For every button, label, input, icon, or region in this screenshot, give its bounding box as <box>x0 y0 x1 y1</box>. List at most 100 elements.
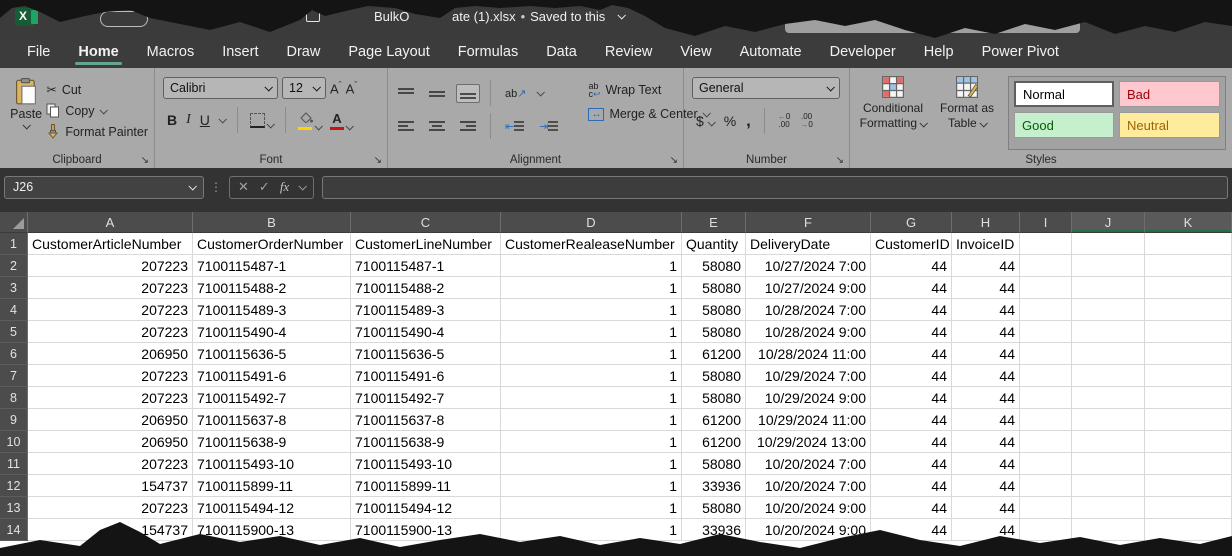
format-as-table-button[interactable]: Format as Table <box>930 76 1004 150</box>
row-header-6[interactable]: 6 <box>0 343 28 365</box>
column-header-g[interactable]: G <box>871 212 952 233</box>
cell-e2[interactable]: 58080 <box>682 255 746 277</box>
cell-b3[interactable]: 7100115488-2 <box>193 277 351 299</box>
cell-h5[interactable]: 44 <box>952 321 1020 343</box>
cell-a2[interactable]: 207223 <box>28 255 193 277</box>
cell-h14[interactable]: 44 <box>952 519 1020 541</box>
row-header-2[interactable]: 2 <box>0 255 28 277</box>
tab-page-layout[interactable]: Page Layout <box>335 39 442 67</box>
cell-f14[interactable]: 10/20/2024 9:00 <box>746 519 871 541</box>
cell-k10[interactable] <box>1145 431 1232 453</box>
cell-d8[interactable]: 1 <box>501 387 682 409</box>
cell-b14[interactable]: 7100115900-13 <box>193 519 351 541</box>
cell-d10[interactable]: 1 <box>501 431 682 453</box>
cell-d12[interactable]: 1 <box>501 475 682 497</box>
fill-color-button[interactable] <box>298 110 321 131</box>
row-header-12[interactable]: 12 <box>0 475 28 497</box>
cell-j2[interactable] <box>1072 255 1145 277</box>
cell-e6[interactable]: 61200 <box>682 343 746 365</box>
cell-h8[interactable]: 44 <box>952 387 1020 409</box>
column-header-f[interactable]: F <box>746 212 871 233</box>
cell-c4[interactable]: 7100115489-3 <box>351 299 501 321</box>
tab-file[interactable]: File <box>14 39 63 67</box>
cell-g11[interactable]: 44 <box>871 453 952 475</box>
cell-b4[interactable]: 7100115489-3 <box>193 299 351 321</box>
tab-view[interactable]: View <box>667 39 724 67</box>
cell-c10[interactable]: 7100115638-9 <box>351 431 501 453</box>
cell-style-neutral[interactable]: Neutral <box>1119 112 1220 138</box>
cell-k14[interactable] <box>1145 519 1232 541</box>
font-color-chevron-icon[interactable] <box>345 122 353 130</box>
cell-e13[interactable]: 58080 <box>682 497 746 519</box>
cell-f9[interactable]: 10/29/2024 11:00 <box>746 409 871 431</box>
bold-button[interactable]: B <box>167 112 177 128</box>
cell-b1[interactable]: CustomerOrderNumber <box>193 233 351 255</box>
cell-d13[interactable]: 1 <box>501 497 682 519</box>
cell-c3[interactable]: 7100115488-2 <box>351 277 501 299</box>
cell-j14[interactable] <box>1072 519 1145 541</box>
cancel-entry-button[interactable]: ✕ <box>238 179 249 195</box>
cell-f7[interactable]: 10/29/2024 7:00 <box>746 365 871 387</box>
cell-d5[interactable]: 1 <box>501 321 682 343</box>
number-dialog-launcher[interactable]: ↘ <box>836 155 844 166</box>
cell-i1[interactable] <box>1020 233 1072 255</box>
cell-f4[interactable]: 10/28/2024 7:00 <box>746 299 871 321</box>
cell-d4[interactable]: 1 <box>501 299 682 321</box>
align-top-button[interactable] <box>394 84 418 103</box>
cell-j6[interactable] <box>1072 343 1145 365</box>
row-header-7[interactable]: 7 <box>0 365 28 387</box>
cell-g13[interactable]: 44 <box>871 497 952 519</box>
cell-g4[interactable]: 44 <box>871 299 952 321</box>
cell-k4[interactable] <box>1145 299 1232 321</box>
cell-c5[interactable]: 7100115490-4 <box>351 321 501 343</box>
cell-a4[interactable]: 207223 <box>28 299 193 321</box>
cell-f11[interactable]: 10/20/2024 7:00 <box>746 453 871 475</box>
copy-button[interactable]: Copy <box>46 103 148 118</box>
borders-button[interactable] <box>250 113 273 128</box>
row-header-9[interactable]: 9 <box>0 409 28 431</box>
cell-e5[interactable]: 58080 <box>682 321 746 343</box>
paste-button[interactable]: Paste <box>6 74 46 150</box>
decrease-indent-button[interactable]: ⇤ <box>501 117 528 136</box>
underline-chevron-icon[interactable] <box>218 115 226 123</box>
decrease-font-size-button[interactable]: Aˇ <box>346 80 358 96</box>
cell-j3[interactable] <box>1072 277 1145 299</box>
cell-k9[interactable] <box>1145 409 1232 431</box>
column-header-j[interactable]: J <box>1072 212 1145 233</box>
increase-font-size-button[interactable]: Aˆ <box>330 80 342 96</box>
cell-e3[interactable]: 58080 <box>682 277 746 299</box>
cell-c11[interactable]: 7100115493-10 <box>351 453 501 475</box>
cell-a12[interactable]: 154737 <box>28 475 193 497</box>
underline-button[interactable]: U <box>200 112 210 128</box>
tab-review[interactable]: Review <box>592 39 666 67</box>
cell-i9[interactable] <box>1020 409 1072 431</box>
cell-k6[interactable] <box>1145 343 1232 365</box>
cell-b13[interactable]: 7100115494-12 <box>193 497 351 519</box>
row-header-10[interactable]: 10 <box>0 431 28 453</box>
cell-b8[interactable]: 7100115492-7 <box>193 387 351 409</box>
alignment-dialog-launcher[interactable]: ↘ <box>670 155 678 166</box>
align-left-button[interactable] <box>394 117 418 136</box>
cell-k12[interactable] <box>1145 475 1232 497</box>
column-header-e[interactable]: E <box>682 212 746 233</box>
cell-i5[interactable] <box>1020 321 1072 343</box>
cell-h3[interactable]: 44 <box>952 277 1020 299</box>
cell-k13[interactable] <box>1145 497 1232 519</box>
column-header-i[interactable]: I <box>1020 212 1072 233</box>
number-format-combobox[interactable]: General <box>692 77 840 99</box>
cell-h7[interactable]: 44 <box>952 365 1020 387</box>
cell-i11[interactable] <box>1020 453 1072 475</box>
formula-input[interactable] <box>322 176 1228 199</box>
confirm-entry-button[interactable]: ✓ <box>259 179 270 195</box>
cell-j12[interactable] <box>1072 475 1145 497</box>
cell-a1[interactable]: CustomerArticleNumber <box>28 233 193 255</box>
cell-b6[interactable]: 7100115636-5 <box>193 343 351 365</box>
cell-f2[interactable]: 10/27/2024 7:00 <box>746 255 871 277</box>
row-header-8[interactable]: 8 <box>0 387 28 409</box>
cell-c9[interactable]: 7100115637-8 <box>351 409 501 431</box>
cell-i7[interactable] <box>1020 365 1072 387</box>
tab-developer[interactable]: Developer <box>817 39 909 67</box>
cell-a10[interactable]: 206950 <box>28 431 193 453</box>
cell-d2[interactable]: 1 <box>501 255 682 277</box>
cell-f6[interactable]: 10/28/2024 11:00 <box>746 343 871 365</box>
